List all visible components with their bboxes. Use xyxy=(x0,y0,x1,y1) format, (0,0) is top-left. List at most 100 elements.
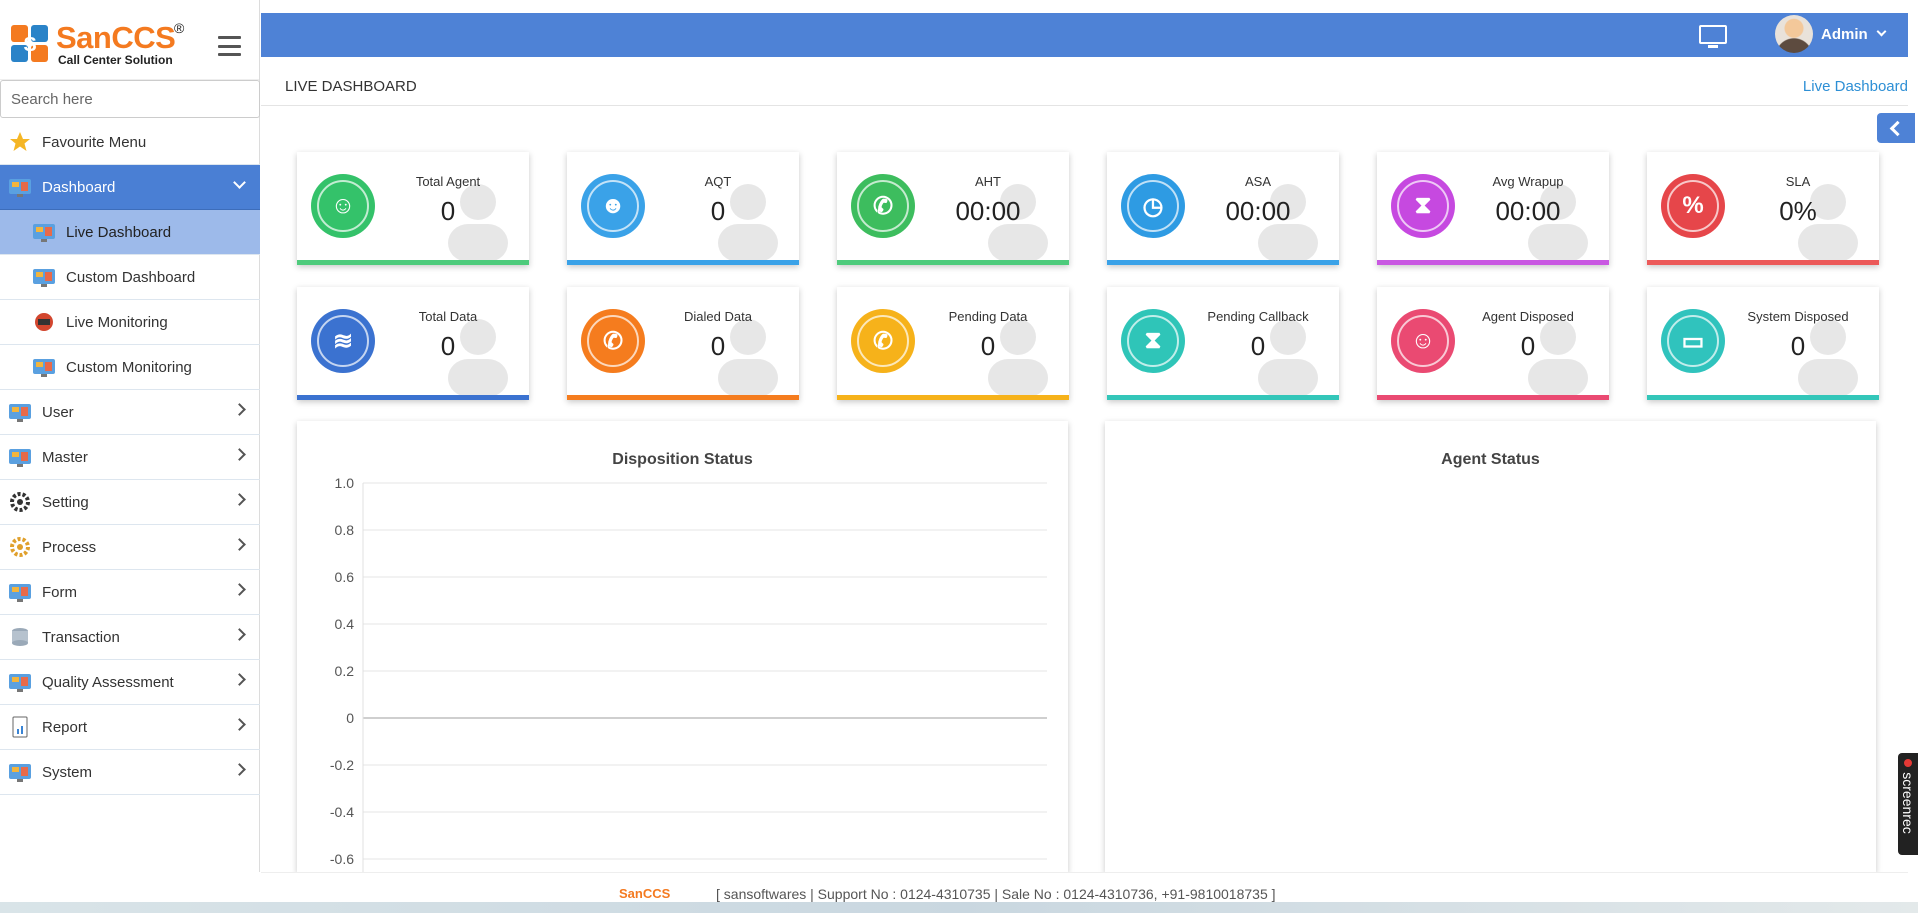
monitor-icon-glyph: ▭ xyxy=(1681,327,1705,355)
hamburger-menu-icon[interactable] xyxy=(218,36,241,56)
kpi-accent-bar xyxy=(1377,260,1609,265)
breadcrumb-live-dashboard[interactable]: Live Dashboard xyxy=(1803,78,1908,95)
chevron-right-icon xyxy=(233,538,246,551)
sidebar-item-transaction[interactable]: Transaction xyxy=(0,615,260,660)
user-avatar[interactable] xyxy=(1775,15,1813,53)
sidebar-item-live-monitoring[interactable]: Live Monitoring xyxy=(0,300,260,345)
svg-text:S: S xyxy=(23,34,36,56)
kpi-value: 0 xyxy=(440,331,456,361)
kpi-card-agent-disposed[interactable]: ☺ Agent Disposed 0 xyxy=(1377,287,1609,400)
process-icon xyxy=(8,536,32,558)
hourglass-icon: ⧗ xyxy=(1391,174,1455,238)
sidebar-item-user[interactable]: User xyxy=(0,390,260,435)
sidebar-item-label: Setting xyxy=(42,493,89,511)
dialed-phone-icon-glyph: ✆ xyxy=(602,327,624,355)
top-navbar: Admin xyxy=(261,13,1908,57)
sidebar-item-label: Custom Dashboard xyxy=(66,268,196,286)
chevron-right-icon xyxy=(233,718,246,731)
sidebar-item-custom-dashboard[interactable]: Custom Dashboard xyxy=(0,255,260,300)
report-icon xyxy=(8,716,32,738)
kpi-card-dialed-data[interactable]: ✆ Dialed Data 0 xyxy=(567,287,799,400)
disposition-status-chart: 1.0 0.8 0.6 0.4 0.2 0 -0.2 -0.4 -0.6 xyxy=(330,475,1047,872)
kpi-card-avg-wrapup[interactable]: ⧗ Avg Wrapup 00:00 xyxy=(1377,152,1609,265)
sidebar-item-system[interactable]: System xyxy=(0,750,260,795)
kpi-card-pending-data[interactable]: ✆ Pending Data 0 xyxy=(837,287,1069,400)
sidebar-item-master[interactable]: Master xyxy=(0,435,260,480)
percent-icon: % xyxy=(1661,174,1725,238)
sidebar-item-label: Quality Assessment xyxy=(42,673,174,691)
logo-bar: S SanCCS ® Call Center Solution xyxy=(0,0,259,80)
kpi-card-total-agent[interactable]: ☺ Total Agent 0 xyxy=(297,152,529,265)
chevron-right-icon xyxy=(233,628,246,641)
hourglass-icon-glyph: ⧗ xyxy=(1414,192,1432,219)
sidebar-item-live-dashboard[interactable]: Live Dashboard xyxy=(0,210,260,255)
collapse-panel-chevron-icon[interactable] xyxy=(1877,113,1915,143)
monitor-icon: ▭ xyxy=(1661,309,1725,373)
kpi-value: 00:00 xyxy=(1495,196,1561,226)
chevron-down-icon xyxy=(233,176,246,189)
pending-phone-icon: ✆ xyxy=(851,309,915,373)
kpi-value: 0 xyxy=(1520,331,1536,361)
y-tick-label: -0.4 xyxy=(330,804,354,820)
sidebar-item-favourite-menu[interactable]: Favourite Menu xyxy=(0,120,260,165)
sidebar-item-dashboard[interactable]: Dashboard xyxy=(0,165,260,210)
kpi-card-aqt[interactable]: ☻ AQT 0 xyxy=(567,152,799,265)
form-icon xyxy=(8,581,32,603)
sidebar-item-label: Form xyxy=(42,583,77,601)
screenrec-widget[interactable]: screenrec xyxy=(1898,753,1918,855)
search-input[interactable] xyxy=(0,80,260,118)
monitor-icon[interactable] xyxy=(1699,25,1727,48)
stopwatch-icon-glyph: ◷ xyxy=(1142,192,1164,220)
kpi-value: 0 xyxy=(1790,331,1806,361)
sidebar-item-quality-assessment[interactable]: Quality Assessment xyxy=(0,660,260,705)
transaction-icon xyxy=(8,626,32,648)
y-tick-label: 0.4 xyxy=(335,616,355,632)
kpi-label: AHT xyxy=(975,174,1001,189)
kpi-card-asa[interactable]: ◷ ASA 00:00 xyxy=(1107,152,1339,265)
sidebar-item-custom-monitoring[interactable]: Custom Monitoring xyxy=(0,345,260,390)
kpi-card-total-data[interactable]: ≋ Total Data 0 xyxy=(297,287,529,400)
sidebar-item-process[interactable]: Process xyxy=(0,525,260,570)
agent-status-panel: Agent Status xyxy=(1105,421,1876,872)
kpi-label: AQT xyxy=(704,174,732,189)
sidebar-menu: Favourite Menu Dashboard Live Dashboard Cus… xyxy=(0,120,260,795)
bottom-strip xyxy=(0,902,1918,913)
y-tick-label: 0 xyxy=(346,710,354,726)
sidebar-item-label: Custom Monitoring xyxy=(66,358,192,376)
phone-clock-icon: ✆ xyxy=(851,174,915,238)
sidebar: S SanCCS ® Call Center Solution Favourit… xyxy=(0,0,260,872)
kpi-label: Pending Callback xyxy=(1207,309,1309,324)
kpi-value: 00:00 xyxy=(1225,196,1291,226)
agent-disposed-icon-glyph: ☺ xyxy=(1410,327,1436,354)
sidebar-item-report[interactable]: Report xyxy=(0,705,260,750)
kpi-card-system-disposed[interactable]: ▭ System Disposed 0 xyxy=(1647,287,1879,400)
sidebar-item-label: Dashboard xyxy=(42,178,116,196)
phone-clock-icon-glyph: ✆ xyxy=(872,192,894,220)
kpi-accent-bar xyxy=(1107,395,1339,400)
kpi-accent-bar xyxy=(1647,260,1879,265)
chevron-right-icon xyxy=(233,583,246,596)
chevron-right-icon xyxy=(233,763,246,776)
brand-tagline: Call Center Solution xyxy=(58,53,173,67)
kpi-accent-bar xyxy=(297,260,529,265)
kpi-card-aht[interactable]: ✆ AHT 00:00 xyxy=(837,152,1069,265)
sidebar-item-form[interactable]: Form xyxy=(0,570,260,615)
y-tick-label: 0.6 xyxy=(335,569,355,585)
group-icon-glyph: ☻ xyxy=(600,192,626,219)
sidebar-item-setting[interactable]: Setting xyxy=(0,480,260,525)
chevron-down-icon[interactable] xyxy=(1876,26,1887,37)
agent-icon: ☺ xyxy=(311,174,375,238)
page-title: LIVE DASHBOARD xyxy=(285,78,417,95)
percent-icon-glyph: % xyxy=(1682,192,1704,219)
layers-icon: ≋ xyxy=(311,309,375,373)
group-icon: ☻ xyxy=(581,174,645,238)
star-icon xyxy=(8,131,32,153)
kpi-card-pending-callback[interactable]: ⧗ Pending Callback 0 xyxy=(1107,287,1339,400)
kpi-value: 0 xyxy=(980,331,996,361)
kpi-card-sla[interactable]: % SLA 0% xyxy=(1647,152,1879,265)
disposition-status-panel: Disposition Status 1.0 0.8 0.6 0.4 0.2 0 -0.2-… xyxy=(297,421,1068,872)
kpi-accent-bar xyxy=(837,395,1069,400)
user-name[interactable]: Admin xyxy=(1821,26,1868,43)
sidebar-item-label: System xyxy=(42,763,93,781)
brand-registered-mark: ® xyxy=(174,20,185,36)
